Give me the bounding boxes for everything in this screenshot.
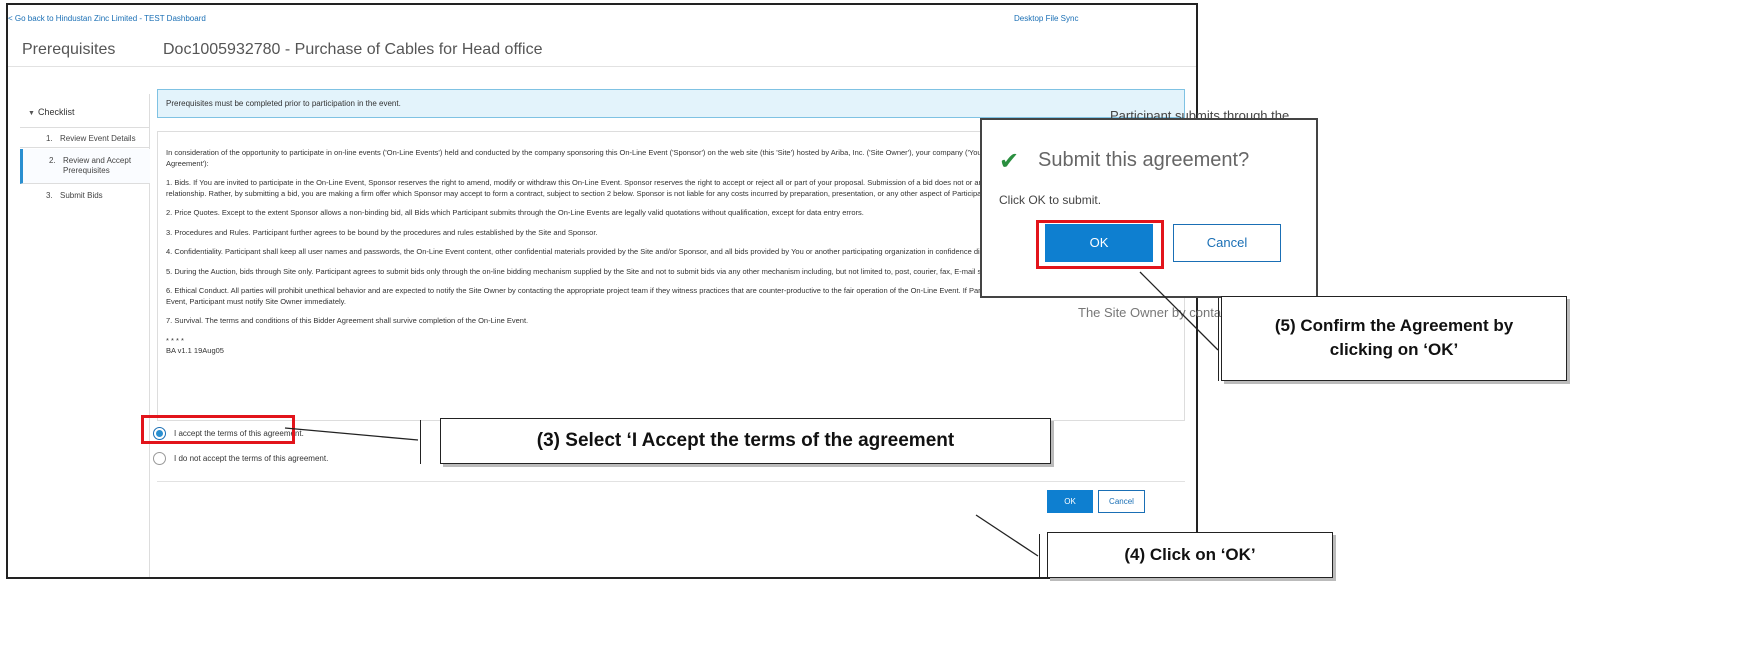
submit-agreement-dialog: ✔ Submit this agreement? Click OK to sub…	[980, 118, 1318, 298]
checklist-toggle[interactable]: ▼ Checklist	[20, 94, 150, 128]
dashboard-link[interactable]: - TEST Dashboard	[137, 14, 205, 23]
sidebar-item-submit-bids[interactable]: 3. Submit Bids	[20, 185, 150, 205]
step-label: Review and Accept Prerequisites	[63, 156, 132, 175]
callout-click-ok: (4) Click on ‘OK’	[1047, 532, 1333, 578]
step-label: Submit Bids	[60, 191, 103, 200]
step-number: 3.	[46, 191, 53, 200]
sidebar-item-review-accept-prerequisites[interactable]: 2. Review and Accept Prerequisites	[20, 149, 150, 184]
callout-bracket	[420, 420, 421, 464]
sidebar-item-review-event-details[interactable]: 1. Review Event Details	[20, 129, 150, 148]
decline-radio[interactable]	[153, 452, 166, 465]
dialog-title: Submit this agreement?	[1038, 149, 1250, 171]
event-title: Doc1005932780 - Purchase of Cables for H…	[163, 41, 543, 58]
callout-bracket	[1218, 298, 1219, 381]
step-label: Review Event Details	[60, 134, 136, 143]
terms-clause-7: 7. Survival. The terms and conditions of…	[166, 316, 529, 325]
dialog-cancel-button[interactable]: Cancel	[1173, 224, 1281, 262]
decline-terms-option[interactable]: I do not accept the terms of this agreem…	[153, 452, 328, 465]
decline-radio-label: I do not accept the terms of this agreem…	[174, 454, 329, 463]
dialog-ok-highlight-box	[1036, 220, 1164, 269]
terms-version: BA v1.1 19Aug05	[166, 346, 224, 355]
prerequisites-notice: Prerequisites must be completed prior to…	[157, 89, 1185, 118]
callout-bracket	[1039, 534, 1040, 578]
step-number: 1.	[46, 134, 53, 143]
back-to-dashboard-link[interactable]: < Go back to Hindustan Zinc Limited	[8, 14, 137, 23]
footer-divider	[157, 481, 1185, 482]
header-divider	[8, 66, 1196, 67]
ok-button[interactable]: OK	[1047, 490, 1093, 513]
accept-highlight-box	[141, 415, 295, 444]
terms-separator: * * * *	[166, 335, 184, 345]
checklist-label: Checklist	[37, 107, 75, 117]
dialog-message: Click OK to submit.	[999, 193, 1102, 207]
callout-confirm-agreement: (5) Confirm the Agreement by clicking on…	[1221, 296, 1567, 381]
top-navigation: < Go back to Hindustan Zinc Limited - TE…	[8, 14, 1078, 23]
check-icon: ✔	[999, 148, 1020, 175]
step-number: 2.	[49, 156, 56, 165]
callout-select-accept: (3) Select ‘I Accept the terms of the ag…	[440, 418, 1051, 464]
prerequisites-heading: Prerequisites	[22, 41, 116, 58]
callout-line: clicking on ‘OK’	[1329, 340, 1459, 359]
collapse-triangle-icon: ▼	[28, 110, 35, 117]
desktop-file-sync-link[interactable]: Desktop File Sync	[1014, 14, 1078, 23]
callout-line: (5) Confirm the Agreement by	[1274, 316, 1514, 335]
cancel-button[interactable]: Cancel	[1098, 490, 1145, 513]
checklist-sidebar: ▼ Checklist 1. Review Event Details 2. Re…	[20, 94, 150, 577]
